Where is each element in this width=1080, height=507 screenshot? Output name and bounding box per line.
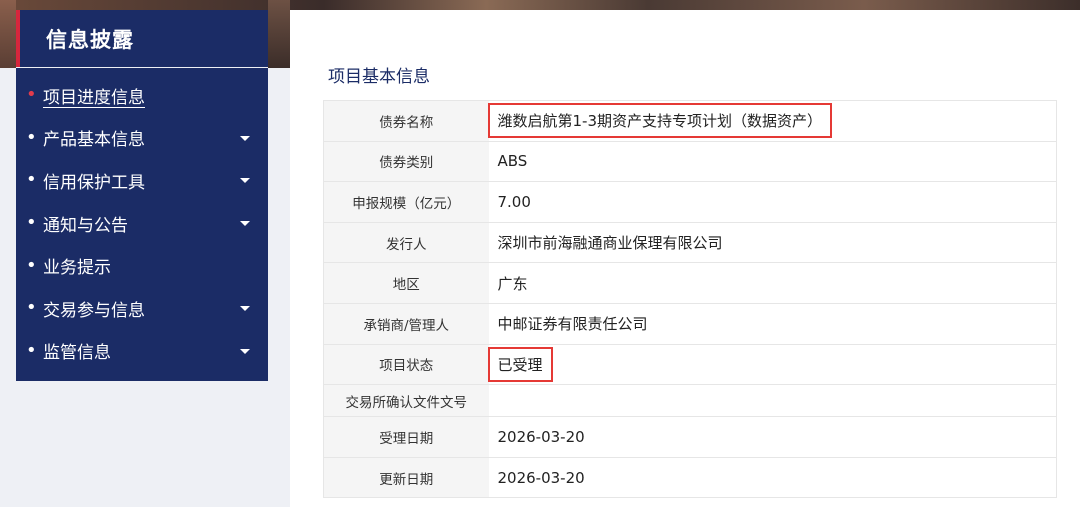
row-key: 债券名称 xyxy=(323,100,489,142)
bullet-icon: • xyxy=(26,169,37,191)
row-key: 发行人 xyxy=(323,222,489,264)
sidebar: 信息披露 • 项目进度信息 • 产品基本信息 • 信用保护工具 • 通知与公告 … xyxy=(16,10,268,381)
caret-down-icon[interactable] xyxy=(240,306,250,312)
row-value: 已受理 xyxy=(487,344,1057,386)
row-value: 7.00 xyxy=(488,181,1057,223)
sidebar-item-trading-participants[interactable]: • 交易参与信息 xyxy=(16,287,268,330)
row-value: 广东 xyxy=(488,262,1057,304)
row-key: 交易所确认文件文号 xyxy=(323,384,489,418)
row-value: 潍数启航第1-3期资产支持专项计划（数据资产） xyxy=(487,100,1057,142)
table-row: 受理日期 2026-03-20 xyxy=(323,416,1057,458)
sidebar-item-project-progress[interactable]: • 项目进度信息 xyxy=(16,74,268,117)
sidebar-item-label[interactable]: 监管信息 xyxy=(43,338,111,363)
row-key: 受理日期 xyxy=(323,416,489,458)
caret-down-icon[interactable] xyxy=(240,178,250,184)
project-info-table: 债券名称 潍数启航第1-3期资产支持专项计划（数据资产） 债券类别 ABS 申报… xyxy=(323,100,1057,499)
sidebar-item-notices[interactable]: • 通知与公告 xyxy=(16,202,268,245)
sidebar-item-label[interactable]: 产品基本信息 xyxy=(43,125,145,150)
sidebar-item-label[interactable]: 信用保护工具 xyxy=(43,168,145,193)
caret-down-icon[interactable] xyxy=(240,221,250,227)
table-row: 债券类别 ABS xyxy=(323,141,1057,183)
table-row: 项目状态 已受理 xyxy=(323,344,1057,386)
bullet-icon: • xyxy=(26,84,37,106)
table-row: 发行人 深圳市前海融通商业保理有限公司 xyxy=(323,222,1057,264)
table-row: 承销商/管理人 中邮证券有限责任公司 xyxy=(323,303,1057,345)
project-status-value: 已受理 xyxy=(487,346,553,382)
row-value: 中邮证券有限责任公司 xyxy=(488,303,1057,345)
sidebar-item-business-tips[interactable]: • 业务提示 xyxy=(16,244,268,287)
sidebar-item-label[interactable]: 项目进度信息 xyxy=(43,83,145,108)
sidebar-header: 信息披露 xyxy=(16,10,268,67)
bullet-icon: • xyxy=(26,254,37,276)
banner-strip xyxy=(0,0,1080,10)
banner-image-left xyxy=(0,0,16,68)
table-row: 地区 广东 xyxy=(323,262,1057,304)
sidebar-item-product-info[interactable]: • 产品基本信息 xyxy=(16,117,268,160)
row-key: 项目状态 xyxy=(323,344,489,386)
sidebar-title: 信息披露 xyxy=(46,27,134,52)
section-title: 项目基本信息 xyxy=(328,67,430,87)
bullet-icon: • xyxy=(26,339,37,361)
sidebar-item-credit-protection[interactable]: • 信用保护工具 xyxy=(16,159,268,202)
row-key: 申报规模（亿元） xyxy=(323,181,489,223)
row-value: 2026-03-20 xyxy=(488,416,1057,458)
row-key: 承销商/管理人 xyxy=(323,303,489,345)
row-value: 2026-03-20 xyxy=(488,457,1057,499)
row-key: 更新日期 xyxy=(323,457,489,499)
caret-down-icon[interactable] xyxy=(240,348,250,354)
main-content: 项目基本信息 债券名称 潍数启航第1-3期资产支持专项计划（数据资产） 债券类别… xyxy=(290,10,1080,507)
row-key: 债券类别 xyxy=(323,141,489,183)
sidebar-item-label[interactable]: 通知与公告 xyxy=(43,211,128,236)
sidebar-menu: • 项目进度信息 • 产品基本信息 • 信用保护工具 • 通知与公告 • 业务提… xyxy=(16,68,268,381)
caret-down-icon[interactable] xyxy=(240,135,250,141)
table-row: 申报规模（亿元） 7.00 xyxy=(323,181,1057,223)
table-row: 更新日期 2026-03-20 xyxy=(323,457,1057,499)
bullet-icon: • xyxy=(26,212,37,234)
sidebar-item-label[interactable]: 交易参与信息 xyxy=(43,296,145,321)
bullet-icon: • xyxy=(26,297,37,319)
bond-name-value: 潍数启航第1-3期资产支持专项计划（数据资产） xyxy=(487,103,833,139)
sidebar-item-label[interactable]: 业务提示 xyxy=(43,253,111,278)
banner-image-right xyxy=(268,0,290,68)
bullet-icon: • xyxy=(26,126,37,148)
row-value: ABS xyxy=(488,141,1057,183)
row-value: 深圳市前海融通商业保理有限公司 xyxy=(488,222,1057,264)
sidebar-item-regulatory-info[interactable]: • 监管信息 xyxy=(16,330,268,373)
row-value xyxy=(488,384,1057,418)
table-row: 交易所确认文件文号 xyxy=(323,384,1057,418)
row-key: 地区 xyxy=(323,262,489,304)
table-row: 债券名称 潍数启航第1-3期资产支持专项计划（数据资产） xyxy=(323,100,1057,142)
